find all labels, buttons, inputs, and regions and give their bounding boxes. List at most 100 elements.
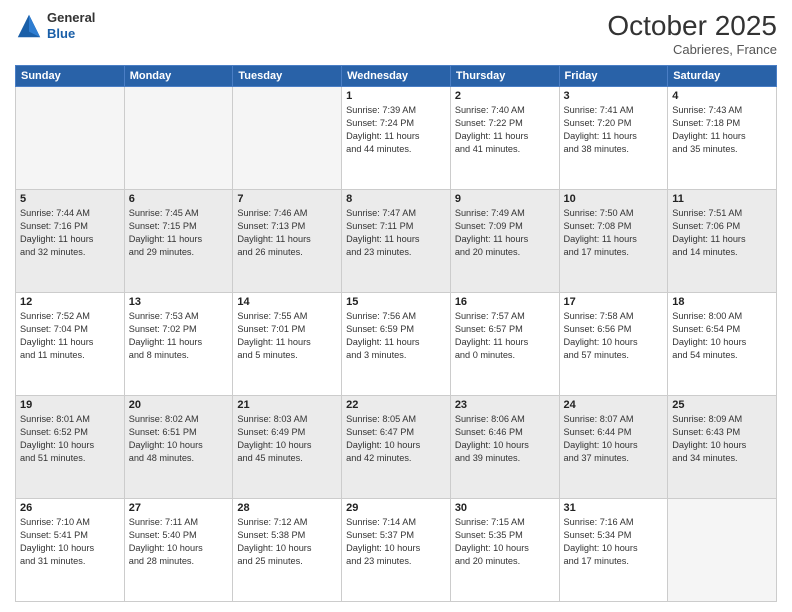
day-number: 22 bbox=[346, 399, 446, 411]
col-wednesday: Wednesday bbox=[342, 66, 451, 87]
calendar-cell: 12Sunrise: 7:52 AMSunset: 7:04 PMDayligh… bbox=[16, 293, 125, 396]
day-info: Sunrise: 7:47 AMSunset: 7:11 PMDaylight:… bbox=[346, 207, 446, 259]
calendar-cell: 20 Sunrise: 8:02 AMSunset: 6:51 PMDayligh… bbox=[124, 396, 233, 499]
day-info: Sunrise: 7:53 AMSunset: 7:02 PMDaylight:… bbox=[129, 310, 229, 362]
day-info: Sunrise: 7:11 AMSunset: 5:40 PMDaylight:… bbox=[129, 516, 229, 568]
calendar-row: 1 Sunrise: 7:39 AMSunset: 7:24 PMDaylight… bbox=[16, 87, 777, 190]
calendar-cell bbox=[16, 87, 125, 190]
calendar-cell: 31Sunrise: 7:16 AMSunset: 5:34 PMDayligh… bbox=[559, 499, 668, 602]
calendar-cell: 10Sunrise: 7:50 AMSunset: 7:08 PMDayligh… bbox=[559, 190, 668, 293]
calendar-cell: 3Sunrise: 7:41 AMSunset: 7:20 PMDaylight… bbox=[559, 87, 668, 190]
calendar-cell: 7 Sunrise: 7:46 AMSunset: 7:13 PMDaylight… bbox=[233, 190, 342, 293]
calendar-cell: 22 Sunrise: 8:05 AMSunset: 6:47 PMDayligh… bbox=[342, 396, 451, 499]
day-info: Sunrise: 8:01 AMSunset: 6:52 PMDaylight:… bbox=[20, 413, 120, 465]
day-number: 13 bbox=[129, 296, 229, 308]
logo-text: General Blue bbox=[47, 10, 95, 41]
day-number: 28 bbox=[237, 502, 337, 514]
day-info: Sunrise: 7:52 AMSunset: 7:04 PMDaylight:… bbox=[20, 310, 120, 362]
day-number: 1 bbox=[346, 90, 446, 102]
calendar-cell: 6 Sunrise: 7:45 AMSunset: 7:15 PMDaylight… bbox=[124, 190, 233, 293]
calendar-cell: 18 Sunrise: 8:00 AMSunset: 6:54 PMDayligh… bbox=[668, 293, 777, 396]
calendar-cell: 17 Sunrise: 7:58 AMSunset: 6:56 PMDayligh… bbox=[559, 293, 668, 396]
day-number: 29 bbox=[346, 502, 446, 514]
day-info: Sunrise: 7:45 AMSunset: 7:15 PMDaylight:… bbox=[129, 207, 229, 259]
calendar-cell: 2 Sunrise: 7:40 AMSunset: 7:22 PMDaylight… bbox=[450, 87, 559, 190]
day-info: Sunrise: 8:03 AMSunset: 6:49 PMDaylight:… bbox=[237, 413, 337, 465]
calendar-cell: 24 Sunrise: 8:07 AMSunset: 6:44 PMDayligh… bbox=[559, 396, 668, 499]
day-info: Sunrise: 7:12 AMSunset: 5:38 PMDaylight:… bbox=[237, 516, 337, 568]
day-info: Sunrise: 8:02 AMSunset: 6:51 PMDaylight:… bbox=[129, 413, 229, 465]
day-info: Sunrise: 8:05 AMSunset: 6:47 PMDaylight:… bbox=[346, 413, 446, 465]
calendar-cell: 8Sunrise: 7:47 AMSunset: 7:11 PMDaylight… bbox=[342, 190, 451, 293]
day-number: 21 bbox=[237, 399, 337, 411]
calendar-cell: 25 Sunrise: 8:09 AMSunset: 6:43 PMDayligh… bbox=[668, 396, 777, 499]
day-number: 17 bbox=[564, 296, 664, 308]
logo-general: General bbox=[47, 10, 95, 26]
day-info: Sunrise: 7:56 AMSunset: 6:59 PMDaylight:… bbox=[346, 310, 446, 362]
day-number: 16 bbox=[455, 296, 555, 308]
calendar-cell: 23Sunrise: 8:06 AMSunset: 6:46 PMDayligh… bbox=[450, 396, 559, 499]
calendar-row: 26 Sunrise: 7:10 AMSunset: 5:41 PMDayligh… bbox=[16, 499, 777, 602]
calendar-cell: 9Sunrise: 7:49 AMSunset: 7:09 PMDaylight… bbox=[450, 190, 559, 293]
day-info: Sunrise: 7:50 AMSunset: 7:08 PMDaylight:… bbox=[564, 207, 664, 259]
day-info: Sunrise: 7:55 AMSunset: 7:01 PMDaylight:… bbox=[237, 310, 337, 362]
day-info: Sunrise: 7:46 AMSunset: 7:13 PMDaylight:… bbox=[237, 207, 337, 259]
title-block: October 2025 Cabrieres, France bbox=[607, 10, 777, 57]
day-info: Sunrise: 8:07 AMSunset: 6:44 PMDaylight:… bbox=[564, 413, 664, 465]
day-info: Sunrise: 7:41 AMSunset: 7:20 PMDaylight:… bbox=[564, 104, 664, 156]
calendar-cell bbox=[233, 87, 342, 190]
day-number: 19 bbox=[20, 399, 120, 411]
header-row: Sunday Monday Tuesday Wednesday Thursday… bbox=[16, 66, 777, 87]
calendar-cell: 14 Sunrise: 7:55 AMSunset: 7:01 PMDayligh… bbox=[233, 293, 342, 396]
day-info: Sunrise: 8:00 AMSunset: 6:54 PMDaylight:… bbox=[672, 310, 772, 362]
calendar-cell: 5 Sunrise: 7:44 AMSunset: 7:16 PMDaylight… bbox=[16, 190, 125, 293]
calendar-cell: 28 Sunrise: 7:12 AMSunset: 5:38 PMDayligh… bbox=[233, 499, 342, 602]
calendar-cell: 1 Sunrise: 7:39 AMSunset: 7:24 PMDaylight… bbox=[342, 87, 451, 190]
subtitle: Cabrieres, France bbox=[607, 42, 777, 57]
day-number: 26 bbox=[20, 502, 120, 514]
calendar-row: 5 Sunrise: 7:44 AMSunset: 7:16 PMDaylight… bbox=[16, 190, 777, 293]
day-info: Sunrise: 7:57 AMSunset: 6:57 PMDaylight:… bbox=[455, 310, 555, 362]
header: General Blue October 2025 Cabrieres, Fra… bbox=[15, 10, 777, 57]
day-number: 20 bbox=[129, 399, 229, 411]
day-info: Sunrise: 7:58 AMSunset: 6:56 PMDaylight:… bbox=[564, 310, 664, 362]
calendar-cell: 29Sunrise: 7:14 AMSunset: 5:37 PMDayligh… bbox=[342, 499, 451, 602]
day-info: Sunrise: 7:40 AMSunset: 7:22 PMDaylight:… bbox=[455, 104, 555, 156]
day-info: Sunrise: 7:10 AMSunset: 5:41 PMDaylight:… bbox=[20, 516, 120, 568]
day-number: 18 bbox=[672, 296, 772, 308]
calendar-cell: 16 Sunrise: 7:57 AMSunset: 6:57 PMDayligh… bbox=[450, 293, 559, 396]
day-number: 31 bbox=[564, 502, 664, 514]
day-number: 15 bbox=[346, 296, 446, 308]
calendar-cell: 21 Sunrise: 8:03 AMSunset: 6:49 PMDayligh… bbox=[233, 396, 342, 499]
calendar-cell: 15 Sunrise: 7:56 AMSunset: 6:59 PMDayligh… bbox=[342, 293, 451, 396]
calendar-cell: 19 Sunrise: 8:01 AMSunset: 6:52 PMDayligh… bbox=[16, 396, 125, 499]
day-number: 27 bbox=[129, 502, 229, 514]
calendar-cell: 30Sunrise: 7:15 AMSunset: 5:35 PMDayligh… bbox=[450, 499, 559, 602]
day-info: Sunrise: 8:09 AMSunset: 6:43 PMDaylight:… bbox=[672, 413, 772, 465]
day-number: 7 bbox=[237, 193, 337, 205]
day-number: 25 bbox=[672, 399, 772, 411]
day-number: 4 bbox=[672, 90, 772, 102]
day-info: Sunrise: 7:51 AMSunset: 7:06 PMDaylight:… bbox=[672, 207, 772, 259]
col-friday: Friday bbox=[559, 66, 668, 87]
calendar-cell: 13 Sunrise: 7:53 AMSunset: 7:02 PMDayligh… bbox=[124, 293, 233, 396]
col-saturday: Saturday bbox=[668, 66, 777, 87]
day-number: 23 bbox=[455, 399, 555, 411]
month-title: October 2025 bbox=[607, 10, 777, 42]
day-number: 24 bbox=[564, 399, 664, 411]
day-number: 2 bbox=[455, 90, 555, 102]
day-number: 5 bbox=[20, 193, 120, 205]
calendar-cell: 26 Sunrise: 7:10 AMSunset: 5:41 PMDayligh… bbox=[16, 499, 125, 602]
day-info: Sunrise: 7:39 AMSunset: 7:24 PMDaylight:… bbox=[346, 104, 446, 156]
day-number: 6 bbox=[129, 193, 229, 205]
col-tuesday: Tuesday bbox=[233, 66, 342, 87]
day-number: 14 bbox=[237, 296, 337, 308]
logo: General Blue bbox=[15, 10, 95, 41]
calendar-cell: 27 Sunrise: 7:11 AMSunset: 5:40 PMDayligh… bbox=[124, 499, 233, 602]
day-number: 11 bbox=[672, 193, 772, 205]
day-number: 30 bbox=[455, 502, 555, 514]
day-info: Sunrise: 7:44 AMSunset: 7:16 PMDaylight:… bbox=[20, 207, 120, 259]
calendar-table: Sunday Monday Tuesday Wednesday Thursday… bbox=[15, 65, 777, 602]
calendar-cell bbox=[124, 87, 233, 190]
day-info: Sunrise: 7:49 AMSunset: 7:09 PMDaylight:… bbox=[455, 207, 555, 259]
